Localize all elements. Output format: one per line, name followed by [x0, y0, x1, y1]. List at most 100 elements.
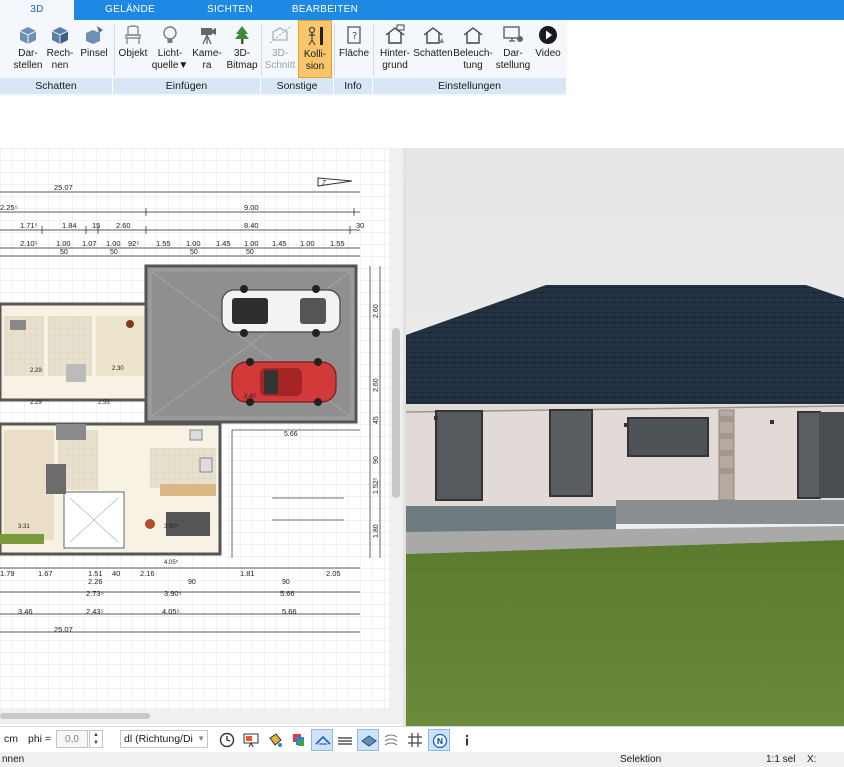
layers-color-button[interactable] — [288, 729, 310, 751]
camera-tripod-icon — [201, 28, 216, 45]
scrollbar-thumb[interactable] — [392, 328, 400, 498]
tab-gelaende[interactable]: GELÄNDE — [92, 0, 168, 20]
plane-icon — [361, 735, 377, 747]
video-label: Video — [535, 48, 561, 59]
section-cut-icon — [269, 26, 291, 44]
phi-label: phi = — [28, 733, 52, 745]
cube-shaded-icon — [51, 27, 69, 44]
schatten-settings-button[interactable]: Schatten — [413, 20, 453, 78]
window-left[interactable] — [435, 410, 483, 501]
spin-down-icon[interactable]: ▼ — [90, 739, 102, 747]
lichtquelle-button[interactable]: Licht- quelle▼ — [151, 20, 189, 78]
spin-up-icon[interactable]: ▲ — [90, 731, 102, 739]
group-label-einfuegen: Einfügen — [113, 78, 261, 94]
dim-100c: 1.00 — [186, 239, 201, 248]
paint-bucket-button[interactable] — [264, 729, 286, 751]
plane-button[interactable] — [357, 729, 379, 751]
hintergrund-button[interactable]: Hinter- grund — [376, 20, 414, 78]
ribbon-separator — [261, 24, 262, 76]
ribbon-tab-strip: 3D GELÄNDE SICHTEN BEARBEITEN — [0, 0, 844, 20]
status-mode: Selektion — [620, 754, 662, 765]
dim-40: 40 — [112, 569, 120, 578]
pinsel-button[interactable]: Pinsel — [77, 20, 111, 78]
north-icon: N — [432, 733, 448, 749]
dim-100d: 1.00 — [244, 239, 259, 248]
3d-view[interactable] — [406, 148, 844, 726]
info-button[interactable] — [456, 729, 478, 751]
lichtquelle-label-1: Licht- — [157, 48, 183, 59]
scrollbar-thumb[interactable] — [0, 713, 150, 719]
dim-100a: 1.00 — [56, 239, 71, 248]
window-right[interactable] — [797, 411, 821, 499]
contour-button[interactable] — [380, 729, 402, 751]
phi-stepper[interactable]: ▲ ▼ — [89, 730, 103, 748]
dim-155a: 1.55 — [156, 239, 171, 248]
house-light-icon — [463, 27, 483, 44]
vdim-45: 45 — [373, 416, 380, 424]
rechnen-button[interactable]: Rech- nen — [45, 20, 75, 78]
dim-90a: 90 — [188, 579, 196, 586]
plan-vertical-scrollbar[interactable] — [389, 148, 403, 708]
bitmap-label-2: Bitmap — [226, 60, 258, 71]
dim-171: 1.71⁵ — [20, 221, 38, 230]
tab-sichten[interactable]: SICHTEN — [192, 0, 268, 20]
tab-bearbeiten[interactable]: BEARBEITEN — [286, 0, 364, 20]
window-wide[interactable] — [627, 417, 709, 457]
objekt-button[interactable]: Objekt — [116, 20, 150, 78]
roof-tiles-button[interactable] — [334, 729, 356, 751]
dim-216: 2.16 — [140, 569, 155, 578]
house-plinth — [406, 506, 616, 532]
darstellen-label-2: stellen — [13, 60, 43, 71]
beleuchtung-label-2: tung — [463, 60, 483, 71]
garage-door[interactable] — [819, 412, 844, 498]
dim-405b: 4.05⁵ — [164, 559, 179, 566]
paint-bucket-icon — [269, 733, 282, 747]
dim-566c: 5.66 — [282, 607, 297, 616]
roof-tool-icon — [315, 735, 331, 745]
svg-text:Z: Z — [322, 180, 327, 187]
clock-button[interactable] — [216, 729, 238, 751]
roof-tool-button[interactable] — [311, 729, 333, 751]
white-van[interactable] — [221, 285, 341, 337]
direction-select[interactable]: dl (Richtung/Di ▼ — [120, 730, 208, 748]
flaeche-button[interactable]: ? Fläche — [336, 20, 372, 78]
tab-3d[interactable]: 3D — [0, 0, 74, 20]
darstellung-button[interactable]: Dar- stellung — [494, 20, 532, 78]
ribbon-body: Dar- stellen Rech- nen Pinsel Objekt Lic… — [0, 20, 567, 96]
dim-179: 1.79 — [0, 569, 15, 578]
dim-405: 4.05⁵ — [162, 607, 180, 616]
presentation-button[interactable] — [240, 729, 262, 751]
dim-226: 2.26 — [88, 577, 103, 586]
status-selection: 1:1 sel — [766, 754, 796, 765]
group-label-einstellungen: Einstellungen — [373, 78, 567, 94]
ribbon-separator — [373, 24, 374, 76]
dropdown-arrow-icon: ▼ — [178, 60, 189, 71]
area-info-icon: ? — [347, 26, 361, 44]
presentation-icon — [243, 733, 259, 748]
dim-184: 1.84 — [62, 221, 77, 230]
bitmap-button[interactable]: 3D- Bitmap — [224, 20, 260, 78]
phi-input[interactable] — [56, 730, 88, 748]
kollision-button[interactable]: Kolli- sion — [298, 20, 332, 78]
clock-icon — [219, 732, 235, 748]
schnitt-button[interactable]: 3D- Schnitt — [263, 20, 297, 78]
kamera-button[interactable]: Kame- ra — [190, 20, 224, 78]
dim-50c: 50 — [190, 249, 198, 256]
ribbon-separator — [114, 24, 115, 76]
grid-button[interactable] — [404, 729, 426, 751]
dim-900: 9.00 — [244, 203, 259, 212]
ribbon-separator — [334, 24, 335, 76]
dim-100b: 1.00 — [106, 239, 121, 248]
beleuchtung-button[interactable]: Beleuch- tung — [453, 20, 493, 78]
house-background-icon — [385, 24, 405, 44]
house-shadow-icon — [423, 27, 444, 44]
ribbon: Dar- stellen Rech- nen Pinsel Objekt Lic… — [0, 20, 844, 96]
darstellen-button[interactable]: Dar- stellen — [11, 20, 45, 78]
dim-90b: 90 — [282, 579, 290, 586]
plan-horizontal-scrollbar[interactable] — [0, 708, 403, 724]
dim-181: 1.81 — [240, 569, 255, 578]
floor-plan-view[interactable]: Z 25.07 2.25⁵ 9.00 1.71⁵ 1.84 15 2.60 8.… — [0, 148, 389, 708]
north-button[interactable]: N — [428, 729, 450, 751]
window-middle[interactable] — [549, 409, 593, 497]
video-button[interactable]: Video — [532, 20, 564, 78]
